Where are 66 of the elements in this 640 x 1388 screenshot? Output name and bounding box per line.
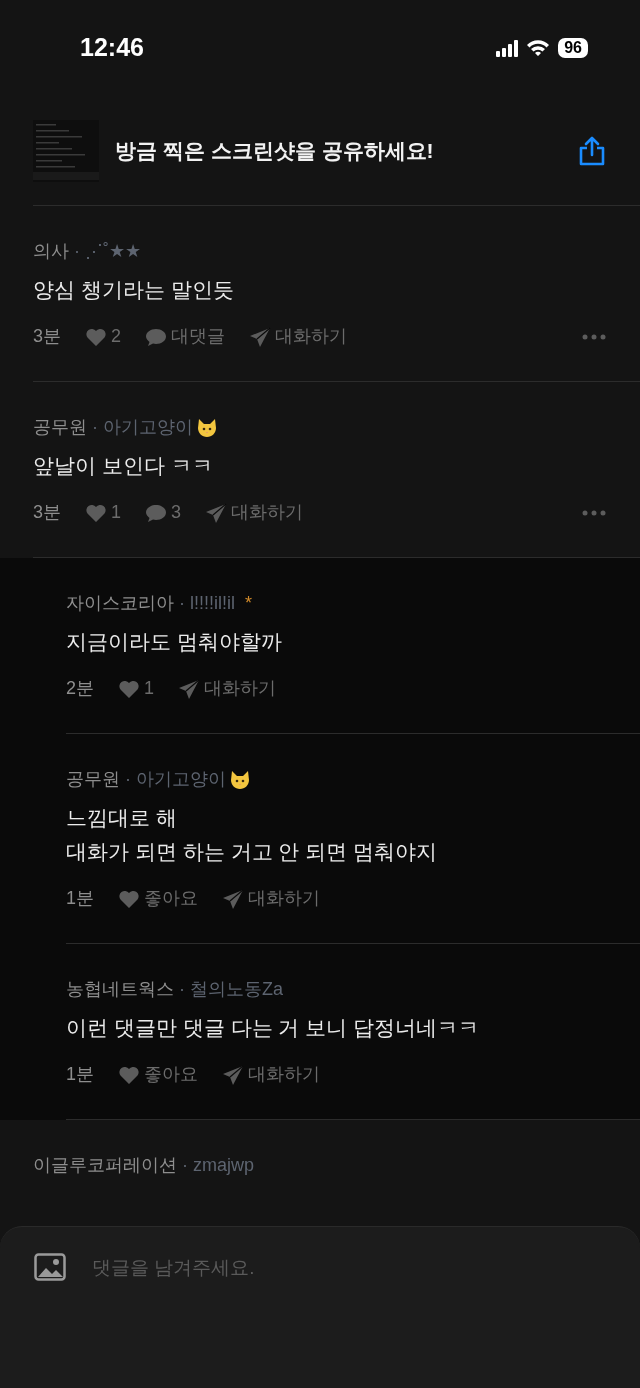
comment-text: 대화가 되면 하는 거고 안 되면 멈춰야지 — [66, 839, 438, 865]
banner-title: 방금 찍은 스크린샷을 공유하세요! — [115, 137, 435, 164]
comment-text: 양심 챙기라는 말인듯 — [33, 277, 235, 303]
user-flair: 아기고양이 — [103, 416, 193, 439]
separator-dot: · — [74, 240, 80, 263]
chat-button[interactable]: 대화하기 — [249, 323, 348, 350]
battery-level: 96 — [558, 38, 588, 58]
heart-icon — [85, 502, 107, 523]
heart-icon — [118, 678, 140, 699]
comment-time: 3분 — [33, 325, 61, 348]
like-button[interactable]: 좋아요 — [118, 885, 198, 912]
comment-time: 2분 — [66, 677, 94, 700]
separator-dot: · — [179, 592, 185, 615]
cat-icon — [229, 768, 251, 791]
comment-text: 느낌대로 해 — [66, 805, 178, 831]
comment-text: 지금이라도 멈춰야할까 — [66, 629, 283, 655]
separator-dot: · — [125, 768, 131, 791]
like-button[interactable]: 좋아요 — [118, 1061, 198, 1088]
heart-icon — [118, 1064, 140, 1085]
wifi-icon — [526, 39, 551, 57]
paper-plane-icon — [222, 887, 244, 910]
chat-button[interactable]: 대화하기 — [222, 1061, 320, 1088]
user-flair: 아기고양이 — [136, 768, 226, 791]
user-flair: ⋰˚★★ — [85, 240, 141, 263]
chat-button[interactable]: 대화하기 — [178, 675, 277, 702]
more-icon[interactable] — [582, 509, 606, 516]
author-name[interactable]: 이글루코퍼레이션 — [33, 1152, 177, 1179]
more-icon[interactable] — [582, 333, 606, 340]
comment-time: 1분 — [66, 887, 94, 910]
like-button[interactable]: 1 — [118, 675, 155, 702]
comment-text: 이런 댓글만 댓글 다는 거 보니 답정너네ㅋㅋ — [66, 1015, 480, 1041]
separator-dot: · — [179, 978, 185, 1001]
like-button[interactable]: 1 — [85, 499, 122, 526]
speech-bubble-icon — [145, 326, 168, 347]
chat-button[interactable]: 대화하기 — [205, 499, 304, 526]
paper-plane-icon — [249, 325, 272, 348]
chat-button[interactable]: 대화하기 — [222, 885, 320, 912]
image-icon[interactable] — [34, 1253, 66, 1281]
user-flair: l!!!!il!il — [190, 592, 235, 615]
flair-mark: * — [245, 592, 252, 615]
user-flair: 철의노동Za — [190, 978, 283, 1001]
author-name[interactable]: 공무원 — [66, 766, 120, 793]
reply-button[interactable]: 3 — [145, 499, 182, 526]
author-name[interactable]: 자이스코리아 — [66, 590, 174, 617]
separator-dot: · — [182, 1154, 188, 1177]
paper-plane-icon — [222, 1063, 244, 1086]
heart-icon — [118, 888, 140, 909]
author-name[interactable]: 의사 — [33, 238, 69, 265]
separator-dot: · — [92, 416, 98, 439]
paper-plane-icon — [178, 677, 201, 700]
heart-icon — [85, 326, 107, 347]
signal-icon — [496, 39, 519, 57]
cat-icon — [196, 416, 218, 439]
speech-bubble-icon — [145, 502, 168, 523]
comment-text: 앞날이 보인다 ㅋㅋ — [33, 453, 214, 479]
like-button[interactable]: 2 — [85, 323, 122, 350]
paper-plane-icon — [205, 501, 228, 524]
comment-time: 1분 — [66, 1063, 94, 1086]
user-flair: zmajwp — [193, 1154, 254, 1177]
status-time: 12:46 — [80, 32, 144, 64]
reply-button[interactable]: 대댓글 — [145, 323, 226, 350]
comment-time: 3분 — [33, 501, 61, 524]
share-icon[interactable] — [578, 135, 606, 166]
author-name[interactable]: 농협네트웍스 — [66, 976, 174, 1003]
comment-input[interactable]: 댓글을 남겨주세요. — [90, 1253, 606, 1284]
author-name[interactable]: 공무원 — [33, 414, 87, 441]
